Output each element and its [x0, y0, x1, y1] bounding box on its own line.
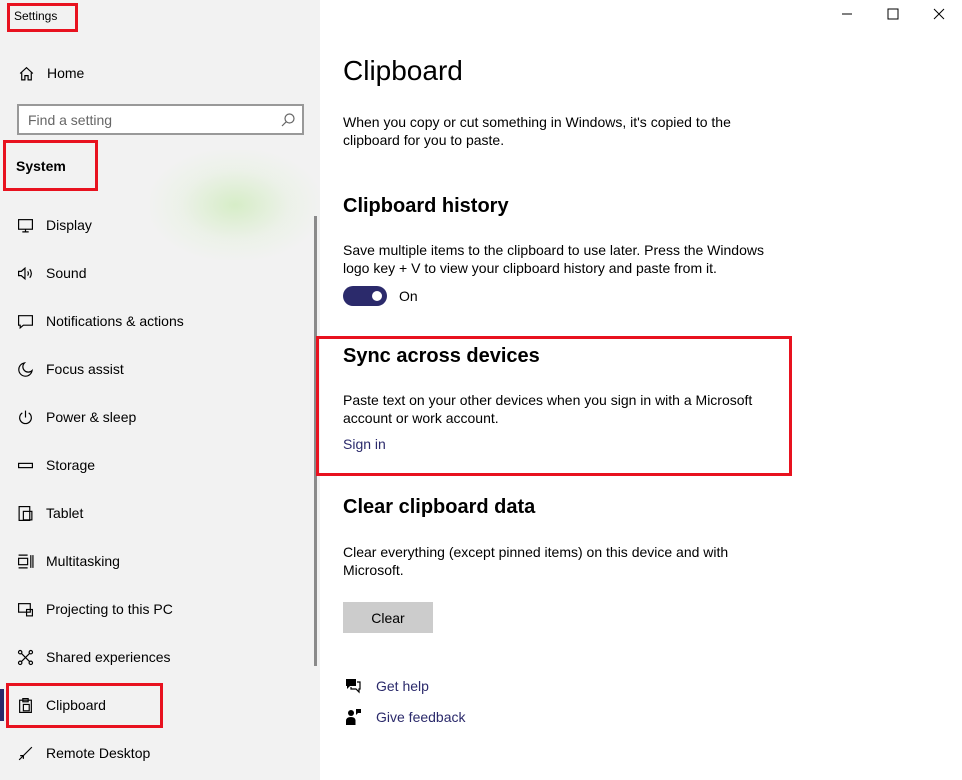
search-box[interactable] [17, 104, 304, 135]
storage-icon [16, 456, 34, 474]
sidebar-item-label: Clipboard [46, 697, 106, 713]
sidebar-item-label: Remote Desktop [46, 745, 151, 761]
sidebar-item-projecting[interactable]: Projecting to this PC [0, 585, 320, 633]
app-title: Settings [14, 9, 58, 23]
shared-experiences-icon [16, 648, 34, 666]
maximize-icon [887, 7, 899, 25]
give-feedback-row[interactable]: Give feedback [343, 707, 466, 727]
toggle-knob [372, 291, 382, 301]
projecting-icon [16, 600, 34, 618]
section-header-system: System [16, 158, 66, 174]
sidebar-item-tablet[interactable]: Tablet [0, 489, 320, 537]
sidebar-item-label: Projecting to this PC [46, 601, 173, 617]
maximize-button[interactable] [870, 0, 916, 32]
sidebar-item-label: Power & sleep [46, 409, 137, 425]
feedback-person-icon [343, 707, 363, 727]
clear-description: Clear everything (except pinned items) o… [343, 544, 729, 578]
get-help-row[interactable]: Get help [343, 676, 429, 696]
clear-button[interactable]: Clear [343, 602, 433, 633]
notifications-icon [16, 312, 34, 330]
sidebar-item-clipboard[interactable]: Clipboard [0, 681, 320, 729]
sidebar-item-label: Display [46, 217, 92, 233]
sidebar-nav-list: Display Sound Notifications & actions Fo… [0, 201, 320, 777]
sidebar-item-notifications[interactable]: Notifications & actions [0, 297, 320, 345]
sidebar-item-label: Storage [46, 457, 96, 473]
sidebar-scrollbar[interactable] [314, 216, 317, 666]
sidebar-item-label: Focus assist [46, 361, 124, 377]
remote-desktop-icon [16, 744, 34, 762]
sidebar-item-shared-experiences[interactable]: Shared experiences [0, 633, 320, 681]
sidebar-item-sound[interactable]: Sound [0, 249, 320, 297]
clipboard-icon [16, 696, 34, 714]
toggle-state-label: On [399, 288, 418, 304]
clipboard-history-toggle[interactable] [343, 286, 387, 306]
sign-in-link[interactable]: Sign in [343, 436, 386, 452]
minimize-button[interactable] [824, 0, 870, 32]
page-title: Clipboard [343, 55, 463, 86]
history-section-title: Clipboard history [343, 195, 509, 217]
sidebar-item-display[interactable]: Display [0, 201, 320, 249]
search-icon[interactable] [280, 112, 296, 128]
home-icon [17, 64, 35, 82]
help-chat-icon [343, 676, 363, 696]
sidebar-item-remote-desktop[interactable]: Remote Desktop [0, 729, 320, 777]
minimize-icon [841, 7, 853, 25]
give-feedback-link[interactable]: Give feedback [376, 709, 466, 725]
tablet-icon [16, 504, 34, 522]
clear-section-title: Clear clipboard data [343, 496, 536, 518]
sidebar: Settings Home System Display Sound [0, 0, 320, 780]
search-input[interactable] [28, 111, 280, 128]
sidebar-item-label: Notifications & actions [46, 313, 184, 329]
moon-icon [16, 360, 34, 378]
sync-description: Paste text on your other devices when yo… [343, 392, 753, 426]
sync-section-title: Sync across devices [343, 345, 540, 367]
sidebar-item-label: Tablet [46, 505, 84, 521]
power-icon [16, 408, 34, 426]
multitasking-icon [16, 552, 34, 570]
intro-text: When you copy or cut something in Window… [343, 114, 731, 148]
sidebar-item-label: Home [47, 65, 85, 81]
sidebar-item-multitasking[interactable]: Multitasking [0, 537, 320, 585]
sidebar-item-label: Shared experiences [46, 649, 171, 665]
sidebar-item-focus-assist[interactable]: Focus assist [0, 345, 320, 393]
get-help-link[interactable]: Get help [376, 678, 429, 694]
sidebar-item-label: Multitasking [46, 553, 120, 569]
close-button[interactable] [916, 0, 962, 32]
display-icon [16, 216, 34, 234]
history-toggle-row: On [343, 286, 418, 306]
sidebar-item-power-sleep[interactable]: Power & sleep [0, 393, 320, 441]
sidebar-item-home[interactable]: Home [0, 58, 320, 88]
window-controls [824, 0, 962, 32]
sound-icon [16, 264, 34, 282]
history-description: Save multiple items to the clipboard to … [343, 242, 764, 276]
sidebar-item-label: Sound [46, 265, 87, 281]
close-icon [933, 7, 945, 25]
sidebar-item-storage[interactable]: Storage [0, 441, 320, 489]
